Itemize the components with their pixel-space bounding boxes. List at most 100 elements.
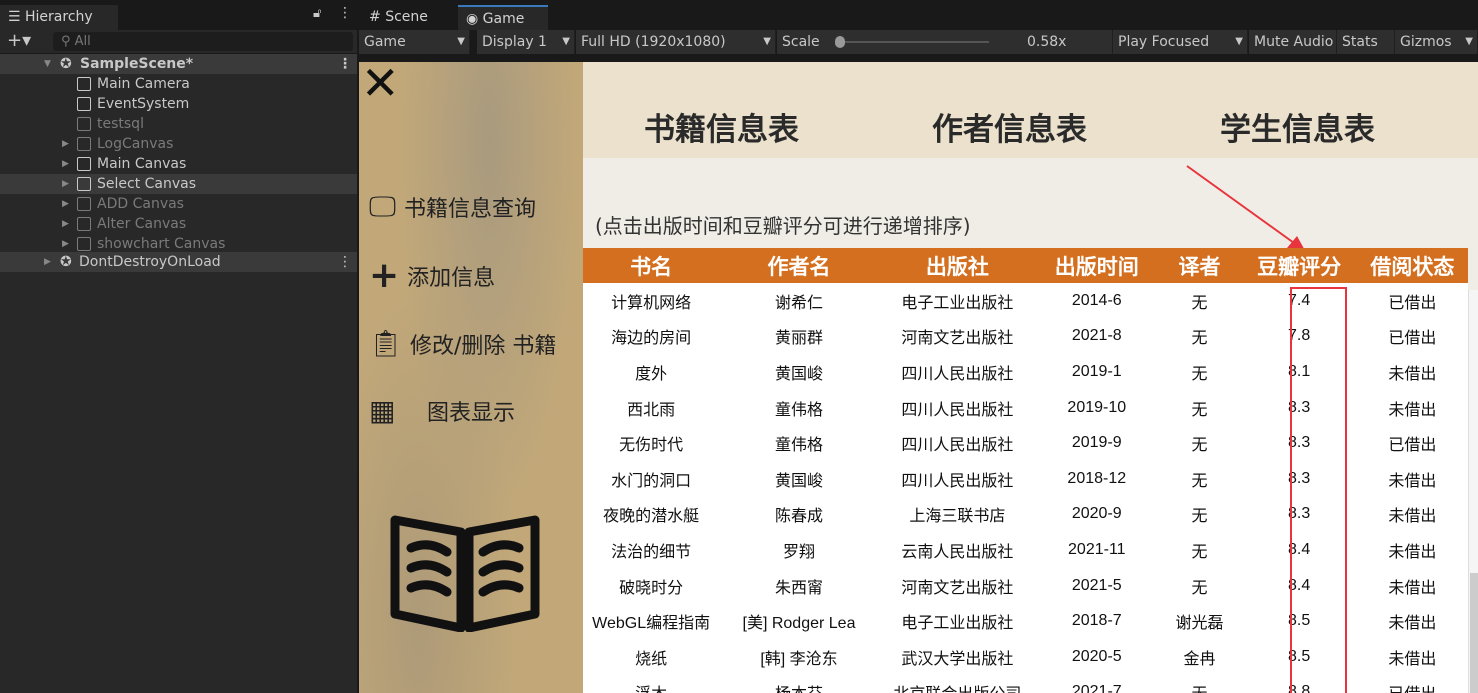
mute-audio-button[interactable]: Mute Audio — [1249, 30, 1337, 54]
resolution-dropdown[interactable]: Full HD (1920x1080) ▼ — [576, 30, 776, 54]
hierarchy-item[interactable]: ▶ LogCanvas — [0, 134, 357, 154]
hierarchy-tab[interactable]: ☰ Hierarchy — [0, 5, 118, 30]
tab-student-info[interactable]: 学生信息表 — [1220, 104, 1375, 149]
chevron-down-icon: ▼ — [1465, 36, 1473, 47]
stats-label: Stats — [1342, 34, 1378, 50]
chevron-down-icon: ▼ — [1235, 36, 1243, 47]
sidebar: ✕ 🖵︎ 书籍信息查询 + 添加信息 📋︎ 修改/删除 书籍 ▦ 图表显示 — [359, 62, 583, 693]
table-cell: 浮木 — [583, 675, 719, 693]
hierarchy-item[interactable]: ▶ showchart Canvas — [0, 234, 357, 254]
nav-edit[interactable]: 📋︎ 修改/删除 书籍 — [369, 328, 556, 360]
display-label: Display 1 — [482, 34, 547, 50]
table-cell: 黄丽群 — [774, 330, 823, 348]
close-icon[interactable]: ✕ — [361, 62, 400, 110]
gameobject-cube-icon — [77, 177, 91, 191]
table-cell: 云南人民出版社 — [901, 543, 1014, 561]
play-focused-label: Play Focused — [1118, 34, 1210, 50]
table-cell: 已借出 — [1388, 330, 1437, 348]
more-icon[interactable]: ⋮ — [338, 252, 352, 272]
column-header[interactable]: 出版时间 — [1035, 248, 1158, 283]
table-cell: 黄国峻 — [774, 472, 823, 490]
table-cell: 谢希仁 — [774, 294, 823, 312]
table-cell: 2018-12 — [1067, 469, 1127, 487]
item-label: testsql — [97, 116, 144, 132]
scrollbar-thumb[interactable] — [1470, 573, 1478, 693]
hierarchy-item[interactable]: Main Camera — [0, 74, 357, 94]
table-cell: [韩] 李沧东 — [760, 650, 838, 668]
table-cell: 谢光磊 — [1175, 615, 1224, 633]
more-icon[interactable]: ⋮ — [338, 54, 352, 74]
lock-icon[interactable]: 🔓︎ — [313, 6, 321, 21]
expand-arrow-icon[interactable]: ▶ — [62, 234, 69, 254]
table-cell: 罗翔 — [782, 543, 815, 561]
hierarchy-item[interactable]: ▶ Main Canvas — [0, 154, 357, 174]
table-cell: 河南文艺出版社 — [901, 579, 1014, 597]
expand-arrow-icon[interactable]: ▶ — [62, 134, 69, 154]
red-arrow-annotation — [1186, 165, 1307, 254]
mode-dropdown[interactable]: Game ▼ — [359, 30, 470, 54]
chevron-down-icon: ▼ — [457, 36, 465, 47]
nav-add[interactable]: + 添加信息 — [369, 258, 495, 294]
scene-row[interactable]: ▼ ✪ SampleScene* ⋮ — [0, 54, 357, 74]
expand-arrow-icon[interactable]: ▶ — [62, 174, 69, 194]
scrollbar[interactable] — [1468, 290, 1478, 693]
column-header[interactable]: 豆瓣评分 — [1241, 248, 1357, 283]
play-focused-dropdown[interactable]: Play Focused ▼ — [1113, 30, 1248, 54]
tab-scene[interactable]: # Scene — [361, 5, 457, 30]
mute-label: Mute Audio — [1254, 34, 1334, 50]
tab-label: Scene — [385, 9, 428, 25]
table-cell: 无 — [1191, 579, 1208, 597]
nav-chart[interactable]: ▦ 图表显示 — [369, 394, 515, 427]
expand-arrow-icon[interactable]: ▶ — [62, 154, 69, 174]
item-label: Alter Canvas — [97, 216, 187, 232]
item-label: LogCanvas — [97, 136, 174, 152]
table-cell: 2020-9 — [1071, 505, 1122, 523]
table-cell: 未借出 — [1388, 615, 1437, 633]
more-icon[interactable]: ⋮ — [338, 5, 352, 21]
table-cell: 法治的细节 — [611, 543, 692, 561]
gizmos-dropdown[interactable]: Gizmos ▼ — [1395, 30, 1478, 54]
tab-author-info[interactable]: 作者信息表 — [932, 104, 1087, 149]
slider-handle[interactable] — [835, 36, 845, 48]
dont-destroy-row[interactable]: ▶ ✪ DontDestroyOnLoad ⋮ — [0, 252, 357, 272]
gameobject-cube-icon — [77, 217, 91, 231]
table-cell: 度外 — [635, 365, 668, 383]
item-label: Main Canvas — [97, 156, 187, 172]
table-cell: 陈春成 — [774, 508, 823, 526]
table-cell: 杨本芬 — [719, 675, 878, 693]
hierarchy-item[interactable]: ▶ Select Canvas — [0, 174, 357, 194]
scale-slider[interactable]: Scale 0.58x — [777, 30, 1113, 54]
mode-label: Game — [364, 34, 406, 50]
expand-arrow-icon[interactable]: ▶ — [62, 214, 69, 234]
column-header: 借阅状态 — [1356, 248, 1468, 283]
tab-book-info[interactable]: 书籍信息表 — [644, 104, 799, 149]
hierarchy-item[interactable]: EventSystem — [0, 94, 357, 114]
gizmos-label: Gizmos — [1400, 34, 1452, 50]
table-cell: 上海三联书店 — [909, 508, 1006, 526]
table-cell: 无伤时代 — [619, 437, 684, 455]
hierarchy-item[interactable]: ▶ ADD Canvas — [0, 194, 357, 214]
table-cell: 无 — [1158, 675, 1242, 693]
main-content: 书籍信息表 作者信息表 学生信息表 (点击出版时间和豆瓣评分可进行递增排序) 书… — [583, 62, 1478, 693]
table-cell: 未借出 — [1388, 365, 1437, 383]
expand-arrow-icon[interactable]: ▶ — [62, 194, 69, 214]
display-dropdown[interactable]: Display 1 ▼ — [477, 30, 575, 54]
gameobject-cube-icon — [77, 117, 91, 131]
table-cell: [美] Rodger Lea — [742, 615, 856, 633]
table-cell: 破晓时分 — [619, 579, 684, 597]
table-cell: WebGL编程指南 — [592, 615, 711, 633]
dont-destroy-label: DontDestroyOnLoad — [79, 254, 221, 270]
nav-query[interactable]: 🖵︎ 书籍信息查询 — [369, 190, 536, 224]
gameobject-cube-icon — [77, 237, 91, 251]
unity-scene-icon: ✪ — [60, 56, 72, 72]
table-cell: 未借出 — [1388, 543, 1437, 561]
hierarchy-item[interactable]: testsql — [0, 114, 357, 134]
table-cell: 电子工业出版社 — [901, 294, 1014, 312]
table-cell: 无 — [1191, 437, 1208, 455]
search-input[interactable]: ⚲ All — [53, 32, 353, 51]
gameobject-cube-icon — [77, 77, 91, 91]
stats-button[interactable]: Stats — [1337, 30, 1395, 54]
tab-game[interactable]: ◉ Game — [458, 5, 548, 30]
hierarchy-item[interactable]: ▶ Alter Canvas — [0, 214, 357, 234]
add-icon[interactable]: +▾ — [7, 30, 31, 52]
